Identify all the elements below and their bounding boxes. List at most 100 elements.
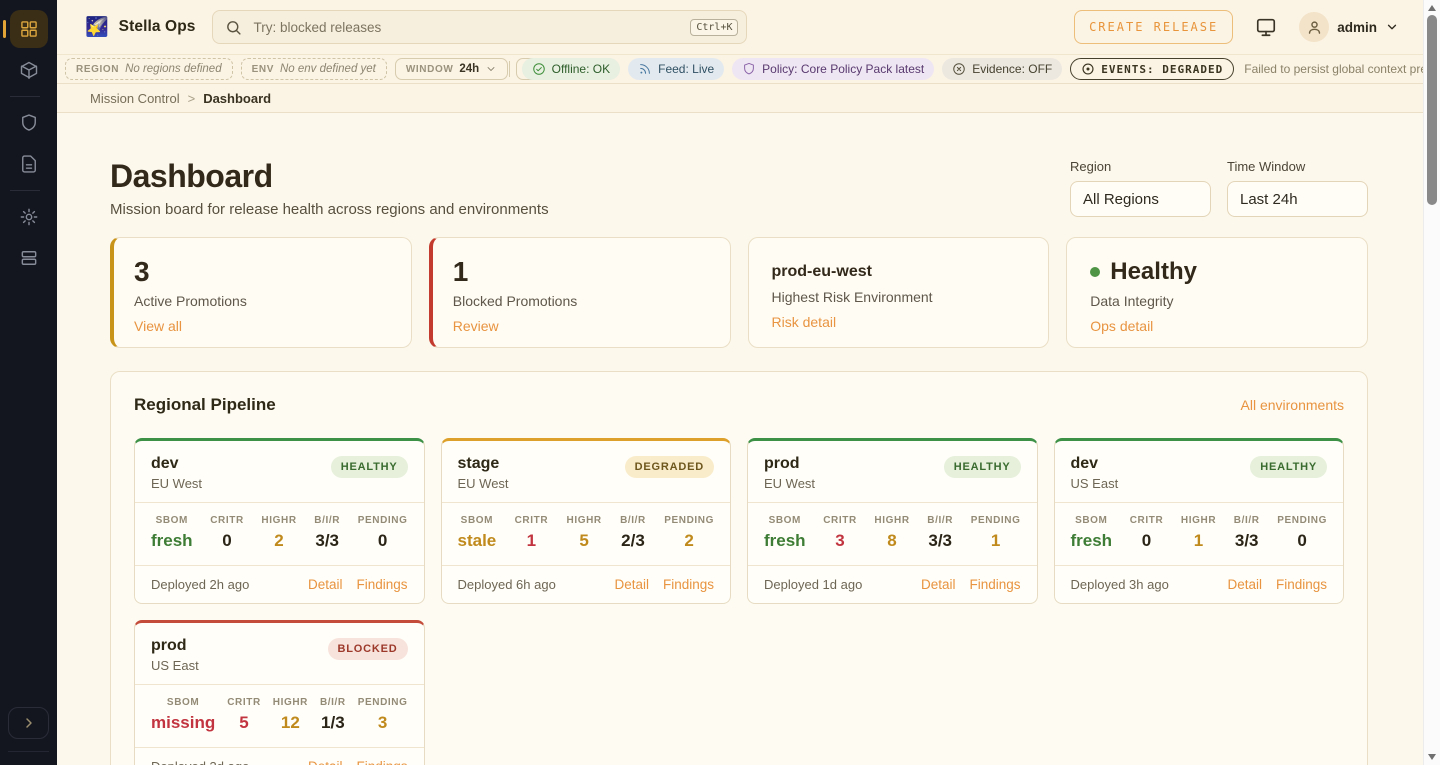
detail-link[interactable]: Detail — [921, 577, 956, 592]
context-pill-window[interactable]: WINDOW24h — [395, 58, 508, 80]
findings-link[interactable]: Findings — [356, 759, 407, 765]
stat-highr: HIGHR1 — [1181, 515, 1216, 551]
status-pill-text: EVENTS: DEGRADED — [1101, 63, 1223, 76]
summary-card: Healthy Data Integrity Ops detail — [1066, 237, 1368, 348]
summary-card-link[interactable]: Review — [453, 318, 499, 334]
stats-row: SBOMfreshCRITR3HIGHR8B/I/R3/3PENDING1 — [748, 503, 1037, 566]
gear-icon — [19, 207, 39, 227]
summary-card: 3 Active Promotions View all — [110, 237, 412, 348]
pipeline-card-header: dev EU West HEALTHY — [135, 441, 424, 503]
breadcrumb-parent[interactable]: Mission Control — [90, 91, 180, 106]
stat-value: 0 — [1130, 531, 1164, 551]
stat-b-i-r: B/I/R2/3 — [620, 515, 646, 551]
monitor-icon[interactable] — [1255, 16, 1277, 38]
context-pill-region[interactable]: REGIONNo regions defined — [65, 58, 233, 80]
environment-block: dev US East — [1071, 454, 1119, 491]
stat-value: 0 — [358, 531, 408, 551]
sidebar-item-security[interactable] — [10, 104, 48, 142]
environment-name: prod — [764, 454, 815, 473]
status-badge: HEALTHY — [944, 456, 1021, 478]
pipeline-card: prod US East BLOCKED SBOMmissingCRITR5HI… — [134, 620, 425, 765]
status-badge: HEALTHY — [1250, 456, 1327, 478]
stat-value: 0 — [210, 531, 244, 551]
status-pill-policy[interactable]: Policy: Core Policy Pack latest — [732, 58, 934, 80]
pipeline-card-header: stage EU West DEGRADED — [442, 441, 731, 503]
person-icon — [1306, 19, 1323, 36]
summary-card-link[interactable]: Ops detail — [1090, 318, 1153, 334]
sidebar-item-dashboard[interactable] — [10, 10, 48, 48]
status-text: Healthy — [1110, 257, 1197, 287]
filter-pill-value: No regions defined — [125, 63, 222, 75]
content-header: Dashboard Mission board for release heal… — [110, 159, 1368, 219]
stat-label: HIGHR — [1181, 515, 1216, 526]
stat-label: SBOM — [458, 515, 497, 526]
global-search[interactable]: Ctrl+K — [212, 10, 747, 44]
findings-link[interactable]: Findings — [356, 577, 407, 592]
search-input[interactable] — [251, 19, 681, 36]
page-title: Dashboard — [110, 159, 549, 193]
document-icon — [19, 154, 39, 174]
stat-value: 3 — [358, 713, 408, 733]
user-menu[interactable]: admin — [1299, 12, 1399, 42]
create-release-button[interactable]: CREATE RELEASE — [1074, 10, 1233, 44]
region-select[interactable]: All Regions — [1070, 181, 1211, 217]
sidebar-expand-button[interactable] — [8, 707, 49, 739]
context-filter-pills: REGIONNo regions defined ENVNo env define… — [65, 58, 497, 80]
grid-icon — [19, 19, 39, 39]
stat-value: 1/3 — [320, 713, 346, 733]
scrollbar-down-arrow[interactable] — [1428, 754, 1436, 760]
stat-critr: CRITR3 — [823, 515, 857, 551]
username: admin — [1337, 20, 1377, 35]
sidebar-item-artifacts[interactable] — [10, 51, 48, 89]
sidebar-item-infrastructure[interactable] — [10, 239, 48, 277]
stat-b-i-r: B/I/R1/3 — [320, 697, 346, 733]
environment-name: dev — [1071, 454, 1119, 473]
x-circle-icon — [952, 62, 966, 76]
filter-pill-value: No env defined yet — [280, 63, 376, 75]
environment-name: stage — [458, 454, 509, 473]
status-pill-evidence[interactable]: Evidence: OFF — [942, 58, 1062, 80]
findings-link[interactable]: Findings — [1276, 577, 1327, 592]
stat-label: B/I/R — [620, 515, 646, 526]
stat-label: PENDING — [971, 515, 1021, 526]
sidebar — [0, 0, 57, 765]
rss-icon — [638, 62, 652, 76]
brand-logo-icon: 🌠 — [85, 18, 109, 37]
target-icon — [1081, 62, 1095, 76]
summary-card-label: Blocked Promotions — [453, 293, 707, 309]
status-pill-events[interactable]: EVENTS: DEGRADED — [1070, 58, 1234, 80]
detail-link[interactable]: Detail — [308, 577, 343, 592]
summary-card-link[interactable]: Risk detail — [772, 314, 837, 330]
stat-label: SBOM — [151, 697, 215, 708]
status-pill-feed[interactable]: Feed: Live — [628, 58, 724, 80]
stat-label: CRITR — [515, 515, 549, 526]
stat-highr: HIGHR5 — [567, 515, 602, 551]
all-environments-link[interactable]: All environments — [1241, 397, 1345, 413]
status-pill-text: Feed: Live — [658, 62, 714, 76]
detail-link[interactable]: Detail — [1227, 577, 1262, 592]
sidebar-item-reports[interactable] — [10, 145, 48, 183]
detail-link[interactable]: Detail — [614, 577, 649, 592]
stat-critr: CRITR0 — [210, 515, 244, 551]
sidebar-divider — [10, 190, 40, 191]
scrollbar-up-arrow[interactable] — [1428, 5, 1436, 11]
environment-block: stage EU West — [458, 454, 509, 491]
region-filter: Region All Regions — [1070, 159, 1211, 217]
stats-row: SBOMstaleCRITR1HIGHR5B/I/R2/3PENDING2 — [442, 503, 731, 566]
main-column: 🌠 Stella Ops Ctrl+K CREATE RELEASE — [57, 0, 1423, 765]
package-icon — [19, 60, 39, 80]
summary-card-value: Healthy — [1090, 257, 1344, 287]
findings-link[interactable]: Findings — [969, 577, 1020, 592]
context-pill-env[interactable]: ENVNo env defined yet — [241, 58, 387, 80]
chevron-down-icon — [485, 63, 497, 75]
detail-link[interactable]: Detail — [308, 759, 343, 765]
time-window-select[interactable]: Last 24h — [1227, 181, 1368, 217]
findings-link[interactable]: Findings — [663, 577, 714, 592]
summary-card-value: 3 — [134, 257, 388, 287]
page-scrollbar[interactable] — [1423, 0, 1440, 765]
scrollbar-thumb[interactable] — [1427, 15, 1437, 205]
summary-card: prod-eu-west Highest Risk Environment Ri… — [748, 237, 1050, 348]
status-pill-offline[interactable]: Offline: OK — [522, 58, 620, 80]
sidebar-item-settings[interactable] — [10, 198, 48, 236]
summary-card-link[interactable]: View all — [134, 318, 182, 334]
